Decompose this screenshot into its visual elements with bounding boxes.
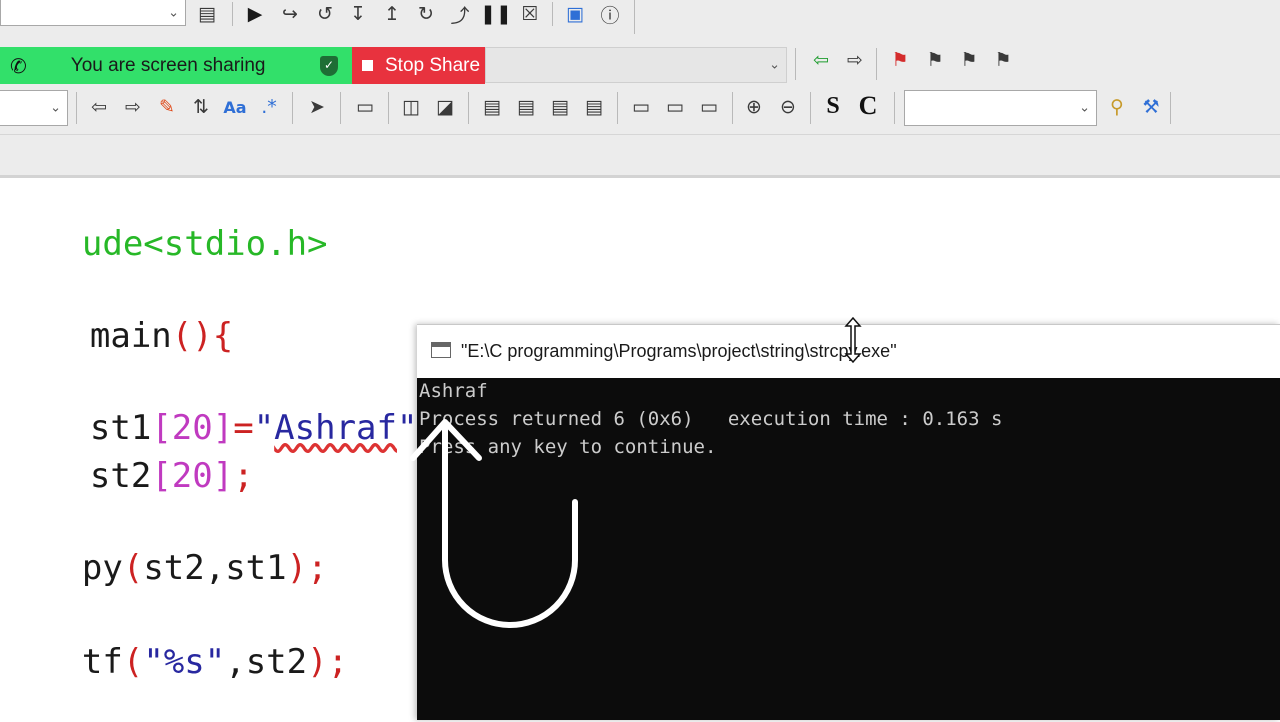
console-title: "E:\C programming\Programs\project\strin… bbox=[461, 341, 897, 361]
stop-square-icon bbox=[362, 60, 373, 71]
separator bbox=[617, 92, 618, 124]
string-literal: "%s" bbox=[143, 642, 226, 682]
bookmark-next-icon[interactable]: ⚑ bbox=[954, 46, 984, 74]
replace-icon[interactable]: ⇅ bbox=[186, 93, 216, 121]
string-literal: Ashraf bbox=[274, 408, 397, 448]
preprocessor-text: ude<stdio.h> bbox=[81, 224, 328, 264]
stop-icon[interactable]: ☒ bbox=[515, 0, 545, 28]
paren-text: ); bbox=[286, 548, 328, 588]
args-text: st2,st1 bbox=[143, 548, 287, 588]
separator bbox=[232, 2, 233, 26]
run-icon[interactable]: ▶ bbox=[240, 0, 270, 28]
separator bbox=[552, 2, 553, 26]
settings-wrench-icon[interactable]: ⚒ bbox=[1136, 93, 1166, 121]
shield-check-icon: ✓ bbox=[320, 56, 338, 76]
green-back-arrow-icon[interactable]: ⇦ bbox=[806, 46, 836, 74]
code-line-printf: tf("%s",st2); bbox=[0, 602, 348, 722]
regex-icon[interactable]: .* bbox=[254, 93, 284, 121]
debug-break-icon[interactable]: ⤴ bbox=[445, 0, 475, 28]
separator bbox=[810, 92, 811, 124]
c-button[interactable]: C bbox=[853, 91, 883, 120]
console-app-icon-bar bbox=[432, 343, 450, 347]
console-line: Ashraf bbox=[419, 380, 488, 402]
semicolon-text: ; bbox=[233, 456, 254, 496]
frame-icon-1[interactable]: ▭ bbox=[626, 93, 656, 121]
separator bbox=[732, 92, 733, 124]
paren-text: ); bbox=[307, 642, 349, 682]
separator bbox=[634, 0, 635, 34]
debug-out-icon[interactable]: ↥ bbox=[377, 0, 407, 28]
match-case-icon[interactable]: Aa bbox=[220, 93, 250, 121]
paren-text: ( bbox=[122, 548, 144, 588]
paren-text: ( bbox=[122, 642, 144, 682]
scope-combo[interactable]: ⌄ bbox=[0, 90, 68, 126]
debug-into-icon[interactable]: ↧ bbox=[343, 0, 373, 28]
stop-share-button[interactable]: Stop Share bbox=[352, 47, 485, 84]
back-arrow-icon[interactable]: ⇦ bbox=[84, 93, 114, 121]
frame-icon-2[interactable]: ▭ bbox=[660, 93, 690, 121]
file-combo[interactable]: ⌄ bbox=[485, 47, 787, 83]
align-icon-1[interactable]: ▤ bbox=[477, 93, 507, 121]
bookmark-clear-icon[interactable]: ⚑ bbox=[988, 46, 1018, 74]
s-button[interactable]: S bbox=[818, 92, 848, 120]
debug-continue-icon[interactable]: ↻ bbox=[411, 0, 441, 28]
search-icon[interactable]: ⚲ bbox=[1102, 93, 1132, 121]
toolbar-area: ⌄ ▤ ▶ ↪ ↺ ↧ ↥ ↻ ⤴ ❚❚ ☒ ▣ ⓘ ✆ You are scr… bbox=[0, 0, 1280, 178]
string-quote: " bbox=[253, 408, 275, 448]
chevron-down-icon: ⌄ bbox=[1079, 100, 1090, 116]
separator bbox=[468, 92, 469, 124]
sharing-text: You are screen sharing bbox=[70, 54, 266, 76]
forward-arrow-icon[interactable]: ⇨ bbox=[840, 46, 870, 74]
align-icon-2[interactable]: ▤ bbox=[511, 93, 541, 121]
top-combo[interactable]: ⌄ bbox=[0, 0, 186, 26]
separator bbox=[76, 92, 77, 124]
document-icon[interactable]: ▤ bbox=[192, 0, 222, 28]
align-icon-3[interactable]: ▤ bbox=[545, 93, 575, 121]
separator bbox=[894, 92, 895, 124]
args-text: ,st2 bbox=[225, 642, 308, 682]
block-icon-1[interactable]: ◫ bbox=[396, 93, 426, 121]
chevron-down-icon: ⌄ bbox=[168, 5, 179, 20]
zoom-out-icon[interactable]: ⊖ bbox=[773, 93, 803, 121]
paren-text: (){ bbox=[171, 316, 234, 356]
block-icon-2[interactable]: ◪ bbox=[430, 93, 460, 121]
chevron-down-icon: ⌄ bbox=[769, 57, 780, 73]
phone-icon: ✆ bbox=[10, 53, 27, 78]
debug-next-icon[interactable]: ↺ bbox=[310, 0, 340, 28]
separator bbox=[388, 92, 389, 124]
divider bbox=[0, 134, 1280, 135]
rectangle-icon[interactable]: ▭ bbox=[350, 93, 380, 121]
info-icon[interactable]: ⓘ bbox=[595, 0, 625, 28]
search-combo[interactable]: ⌄ bbox=[904, 90, 1097, 126]
window-icon[interactable]: ▣ bbox=[560, 0, 590, 28]
stop-share-label: Stop Share bbox=[385, 54, 481, 76]
separator bbox=[340, 92, 341, 124]
debug-step-icon[interactable]: ↪ bbox=[275, 0, 305, 28]
select-cursor-icon[interactable]: ➤ bbox=[302, 93, 332, 121]
array-size-text: [20] bbox=[151, 456, 234, 496]
separator bbox=[1170, 92, 1171, 124]
highlight-pen-icon[interactable]: ✎ bbox=[152, 93, 182, 121]
forward-arrow-icon[interactable]: ⇨ bbox=[118, 93, 148, 121]
chevron-down-icon: ⌄ bbox=[50, 100, 61, 116]
zoom-in-icon[interactable]: ⊕ bbox=[739, 93, 769, 121]
annotation-arrow-icon bbox=[410, 419, 578, 628]
resize-cursor-icon bbox=[844, 316, 862, 364]
red-bookmark-icon[interactable]: ⚑ bbox=[885, 46, 915, 74]
frame-icon-3[interactable]: ▭ bbox=[694, 93, 724, 121]
console-app-icon bbox=[431, 342, 451, 358]
function-name: py bbox=[81, 548, 123, 588]
align-icon-4[interactable]: ▤ bbox=[579, 93, 609, 121]
bookmark-prev-icon[interactable]: ⚑ bbox=[920, 46, 950, 74]
identifier-text: st2 bbox=[89, 456, 152, 496]
separator bbox=[876, 48, 877, 80]
function-name: main bbox=[89, 316, 172, 356]
separator bbox=[292, 92, 293, 124]
screen-sharing-banner: ✆ You are screen sharing ✓ bbox=[0, 47, 352, 84]
function-name: tf bbox=[81, 642, 123, 682]
pause-icon[interactable]: ❚❚ bbox=[480, 0, 512, 28]
separator bbox=[795, 48, 796, 80]
